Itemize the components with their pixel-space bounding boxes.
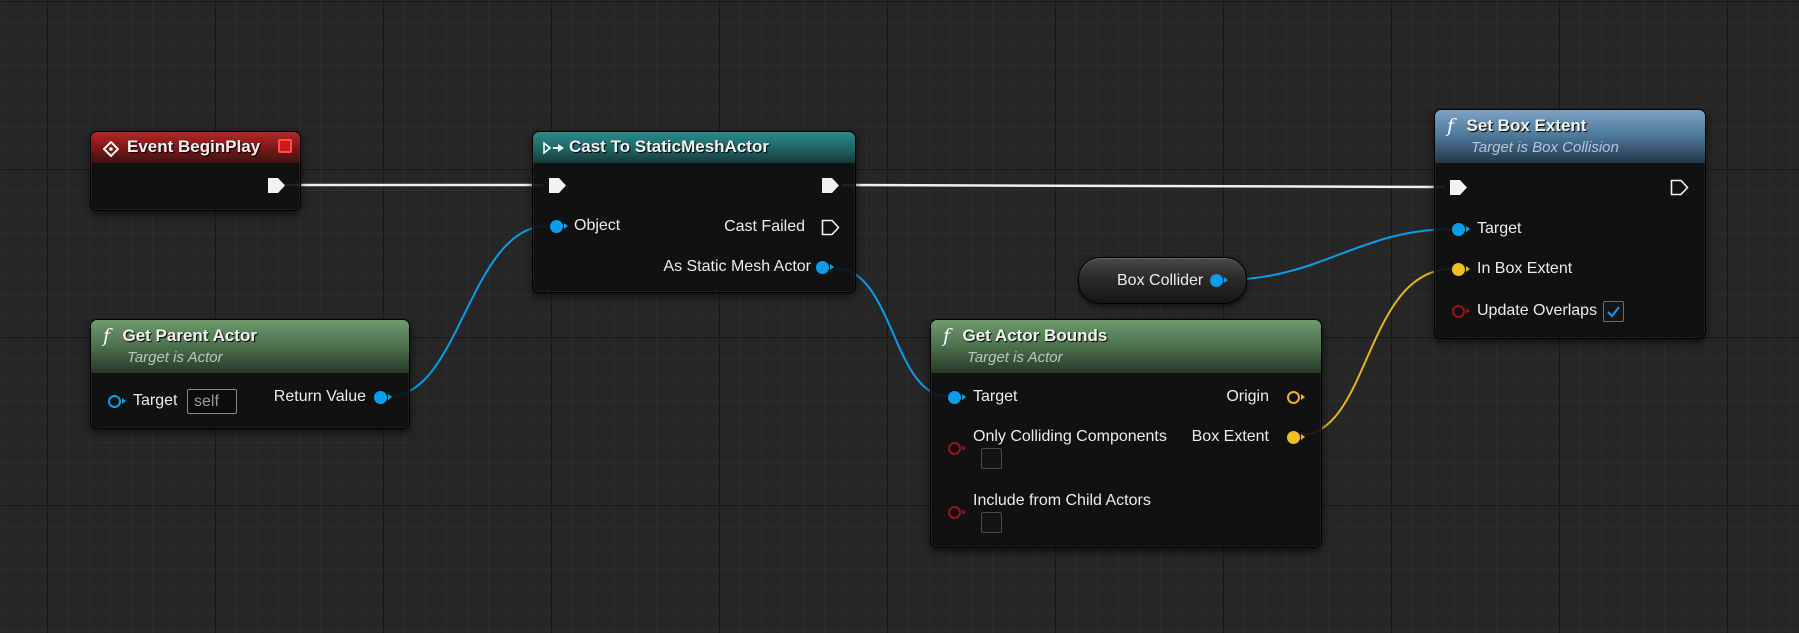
function-icon: f — [1447, 115, 1455, 137]
vector-wire-bounds-to-setboxextent — [1299, 268, 1453, 436]
node-title: Event BeginPlay — [127, 137, 261, 156]
pin-arrow — [122, 398, 126, 404]
exec-input-pin[interactable] — [1449, 179, 1468, 196]
pin-arrow — [1301, 434, 1305, 440]
event-beginplay-node[interactable]: Event BeginPlay — [90, 131, 301, 211]
as-static-mesh-actor-label: As Static Mesh Actor — [663, 258, 811, 275]
exec-output-pin[interactable] — [267, 177, 286, 194]
node-title: Cast To StaticMeshActor — [569, 137, 769, 156]
pin-arrow — [962, 394, 966, 400]
get-actor-bounds-node[interactable]: f Get Actor Bounds Target is Actor Targe… — [930, 319, 1322, 548]
include-from-child-actors-checkbox[interactable] — [981, 512, 1002, 533]
object-input-pin[interactable] — [550, 220, 563, 233]
box-collider-variable-node[interactable]: Box Collider — [1078, 257, 1247, 304]
in-box-extent-input-pin[interactable] — [1452, 263, 1465, 276]
target-input-pin[interactable] — [108, 395, 121, 408]
cast-arrows-icon — [543, 141, 567, 160]
origin-pin-label: Origin — [1226, 388, 1269, 405]
get-parent-actor-node[interactable]: f Get Parent Actor Target is Actor Targe… — [90, 319, 410, 429]
set-box-extent-header: f Set Box Extent Target is Box Collision — [1435, 110, 1705, 163]
node-subtitle: Target is Actor — [127, 349, 223, 366]
pin-arrow — [962, 445, 966, 451]
pin-arrow — [1224, 277, 1228, 283]
return-value-label: Return Value — [273, 388, 366, 405]
cast-to-staticmeshactor-node[interactable]: Cast To StaticMeshActor Object Cast Fail… — [532, 131, 856, 293]
exec-wire-cast-to-setboxextent — [841, 183, 1446, 189]
node-subtitle: Target is Box Collision — [1471, 139, 1619, 156]
checkmark-icon — [1607, 306, 1620, 318]
pin-arrow — [388, 394, 392, 400]
box-collider-label: Box Collider — [1117, 272, 1204, 289]
get-actor-bounds-header: f Get Actor Bounds Target is Actor — [931, 320, 1321, 373]
event-beginplay-header: Event BeginPlay — [91, 132, 300, 163]
origin-output-pin[interactable] — [1287, 391, 1300, 404]
pin-arrow — [1466, 308, 1470, 314]
object-wire-collider-to-setboxextent — [1222, 228, 1453, 281]
pin-arrow — [1466, 266, 1470, 272]
only-colliding-components-checkbox[interactable] — [981, 448, 1002, 469]
exec-output-pin[interactable] — [821, 177, 840, 194]
pin-arrow — [962, 509, 966, 515]
target-input-pin[interactable] — [948, 391, 961, 404]
function-icon: f — [943, 325, 951, 347]
exec-output-pin[interactable] — [1670, 179, 1689, 196]
pin-arrow — [1301, 394, 1305, 400]
target-pin-label: Target — [1477, 220, 1522, 237]
return-value-output-pin[interactable] — [374, 391, 387, 404]
pin-arrow — [830, 264, 834, 270]
pin-arrow — [564, 223, 568, 229]
include-from-child-actors-label: Include from Child Actors — [973, 492, 1151, 509]
cast-header: Cast To StaticMeshActor — [533, 132, 855, 163]
only-colliding-components-input-pin[interactable] — [948, 442, 961, 455]
object-pin-label: Object — [574, 217, 621, 234]
in-box-extent-label: In Box Extent — [1477, 260, 1573, 277]
as-static-mesh-actor-output-pin[interactable] — [816, 261, 829, 274]
target-self-input[interactable]: self — [187, 389, 237, 414]
box-collider-output-pin[interactable] — [1210, 274, 1223, 287]
target-pin-label: Target — [133, 392, 178, 409]
node-title: Get Parent Actor — [122, 326, 257, 345]
target-pin-label: Target — [973, 388, 1018, 405]
event-diamond-icon — [102, 140, 120, 162]
red-square-icon — [278, 139, 292, 153]
box-extent-pin-label: Box Extent — [1191, 428, 1269, 445]
pin-arrow — [1466, 226, 1470, 232]
target-input-pin[interactable] — [1452, 223, 1465, 236]
cast-failed-label: Cast Failed — [724, 218, 805, 235]
update-overlaps-checkbox[interactable] — [1603, 301, 1624, 322]
function-icon: f — [103, 325, 111, 347]
object-wire-parent-to-cast — [389, 225, 548, 397]
node-title: Get Actor Bounds — [962, 326, 1108, 345]
node-title: Set Box Extent — [1466, 116, 1587, 135]
node-subtitle: Target is Actor — [967, 349, 1063, 366]
only-colliding-components-label: Only Colliding Components — [973, 428, 1167, 445]
update-overlaps-input-pin[interactable] — [1452, 305, 1465, 318]
include-from-child-actors-input-pin[interactable] — [948, 506, 961, 519]
exec-input-pin[interactable] — [548, 177, 567, 194]
cast-failed-exec-pin[interactable] — [821, 219, 840, 236]
get-parent-actor-header: f Get Parent Actor Target is Actor — [91, 320, 409, 373]
set-box-extent-node[interactable]: f Set Box Extent Target is Box Collision… — [1434, 109, 1706, 339]
update-overlaps-label: Update Overlaps — [1477, 302, 1598, 319]
box-extent-output-pin[interactable] — [1287, 431, 1300, 444]
